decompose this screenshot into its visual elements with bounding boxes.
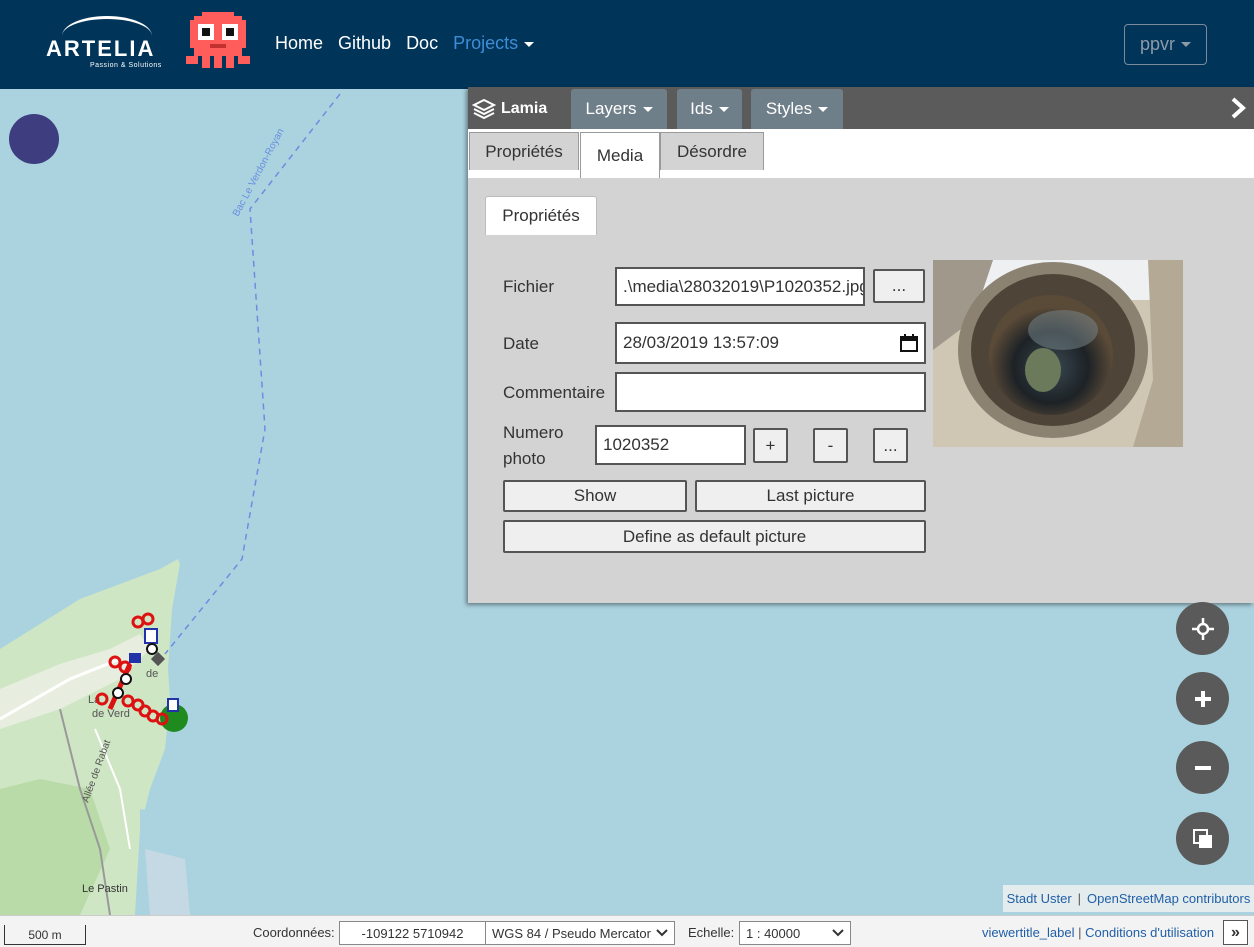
place-label: Le Pastin: [82, 883, 128, 895]
tab-proprietes[interactable]: Propriétés: [469, 132, 579, 170]
nav-projects-dropdown[interactable]: Projects: [453, 33, 535, 54]
crs-value: WGS 84 / Pseudo Mercator: [492, 925, 651, 941]
nav-projects-label: Projects: [453, 33, 519, 53]
numero-label: Numero: [503, 423, 564, 442]
lamia-brand[interactable]: Lamia: [472, 98, 547, 120]
panel-header: Lamia Layers Ids Styles: [468, 87, 1254, 129]
date-field[interactable]: 28/03/2019 13:57:09: [615, 322, 926, 364]
basemap-button[interactable]: [1176, 812, 1229, 865]
layers-menu-label: Layers: [585, 99, 637, 118]
town-label: de Verd: [92, 708, 130, 720]
commentaire-field[interactable]: [615, 372, 926, 412]
echelle-label: Echelle:: [688, 925, 735, 940]
scale-value: 1 : 40000: [746, 925, 801, 941]
footer-links: viewertitle_label | Conditions d'utilisa…: [982, 925, 1214, 940]
location-marker: [9, 114, 59, 164]
photo-label: photo: [503, 449, 546, 468]
lamia-panel: Lamia Layers Ids Styles Propriétés Media…: [468, 87, 1254, 603]
locate-button[interactable]: [1176, 602, 1229, 655]
chevron-down-icon: [642, 106, 653, 112]
plus-icon: [1194, 690, 1211, 707]
last-picture-button[interactable]: Last picture: [695, 480, 926, 512]
nav-home-link[interactable]: Home: [275, 33, 323, 54]
nav-github-link[interactable]: Github: [338, 33, 391, 54]
numero-photo-field[interactable]: 1020352: [595, 425, 746, 465]
minus-icon: [1194, 765, 1211, 770]
scale-select[interactable]: 1 : 40000: [739, 921, 851, 945]
top-navbar: ARTELIA Passion & Solutions Home Github …: [0, 0, 1254, 89]
chevron-down-icon: [832, 929, 844, 937]
tabs-bar: Propriétés Media Désordre: [468, 129, 1254, 178]
artelia-logo[interactable]: ARTELIA Passion & Solutions: [46, 14, 168, 74]
show-button[interactable]: Show: [503, 480, 687, 512]
media-photo[interactable]: [933, 260, 1183, 447]
decrement-button[interactable]: -: [813, 428, 848, 463]
chevron-right-icon[interactable]: [1230, 97, 1246, 119]
octopus-mascot-icon: [186, 12, 250, 68]
date-label: Date: [503, 334, 539, 353]
increment-button[interactable]: +: [753, 428, 788, 463]
logo-name: ARTELIA: [46, 36, 156, 61]
chevron-down-icon: [818, 106, 829, 112]
tab-desordre[interactable]: Désordre: [660, 132, 764, 170]
layers-menu-button[interactable]: Layers: [571, 89, 667, 129]
tab-media[interactable]: Media: [580, 132, 660, 178]
map-attribution: Stadt Uster | OpenStreetMap contributors: [1003, 885, 1254, 912]
viewertitle-link[interactable]: viewertitle_label: [982, 925, 1075, 940]
chevron-down-icon: [656, 929, 668, 937]
logo-tagline: Passion & Solutions: [90, 62, 162, 69]
define-default-picture-button[interactable]: Define as default picture: [503, 520, 926, 553]
brand-label: Lamia: [501, 100, 548, 117]
styles-menu-label: Styles: [765, 99, 813, 118]
fichier-field[interactable]: .\media\28032019\P1020352.jpg: [615, 267, 865, 306]
attribution-link[interactable]: Stadt Uster: [1007, 891, 1072, 906]
footer-separator: |: [1078, 925, 1082, 940]
browse-file-button[interactable]: ...: [873, 269, 925, 303]
calendar-icon[interactable]: [900, 334, 918, 352]
expand-footer-button[interactable]: »: [1223, 920, 1248, 945]
chevron-down-icon: [524, 41, 535, 47]
layers-icon: [472, 98, 496, 120]
crs-select[interactable]: WGS 84 / Pseudo Mercator: [485, 921, 675, 945]
zoom-out-button[interactable]: [1176, 741, 1229, 794]
chevron-down-icon: [718, 106, 729, 112]
user-label: ppvr: [1139, 34, 1175, 54]
styles-menu-button[interactable]: Styles: [751, 89, 843, 129]
zoom-in-button[interactable]: [1176, 672, 1229, 725]
user-dropdown-button[interactable]: ppvr: [1124, 24, 1207, 65]
nav-links: Home Github Doc Projects: [275, 33, 535, 54]
numero-more-button[interactable]: ...: [873, 428, 908, 463]
terms-link[interactable]: Conditions d'utilisation: [1085, 925, 1214, 940]
fichier-label: Fichier: [503, 277, 555, 296]
date-value: 28/03/2019 13:57:09: [623, 333, 779, 352]
overlay-icon: [1192, 828, 1212, 848]
crosshair-icon: [1191, 617, 1214, 640]
commentaire-label: Commentaire: [503, 383, 606, 402]
coords-field[interactable]: -109122 5710942: [339, 921, 486, 945]
bottom-status-bar: 500 m Coordonnées: -109122 5710942 WGS 8…: [0, 915, 1254, 947]
subtab-proprietes[interactable]: Propriétés: [485, 196, 597, 235]
attribution-link[interactable]: OpenStreetMap contributors: [1087, 891, 1250, 906]
nav-doc-link[interactable]: Doc: [406, 33, 438, 54]
attribution-separator: |: [1077, 891, 1082, 906]
ids-menu-label: Ids: [690, 99, 713, 118]
coords-label: Coordonnées:: [253, 925, 335, 940]
chevron-down-icon: [1181, 42, 1191, 47]
town-label: de: [146, 668, 158, 680]
scale-bar: 500 m: [4, 925, 86, 945]
ids-menu-button[interactable]: Ids: [677, 89, 742, 129]
